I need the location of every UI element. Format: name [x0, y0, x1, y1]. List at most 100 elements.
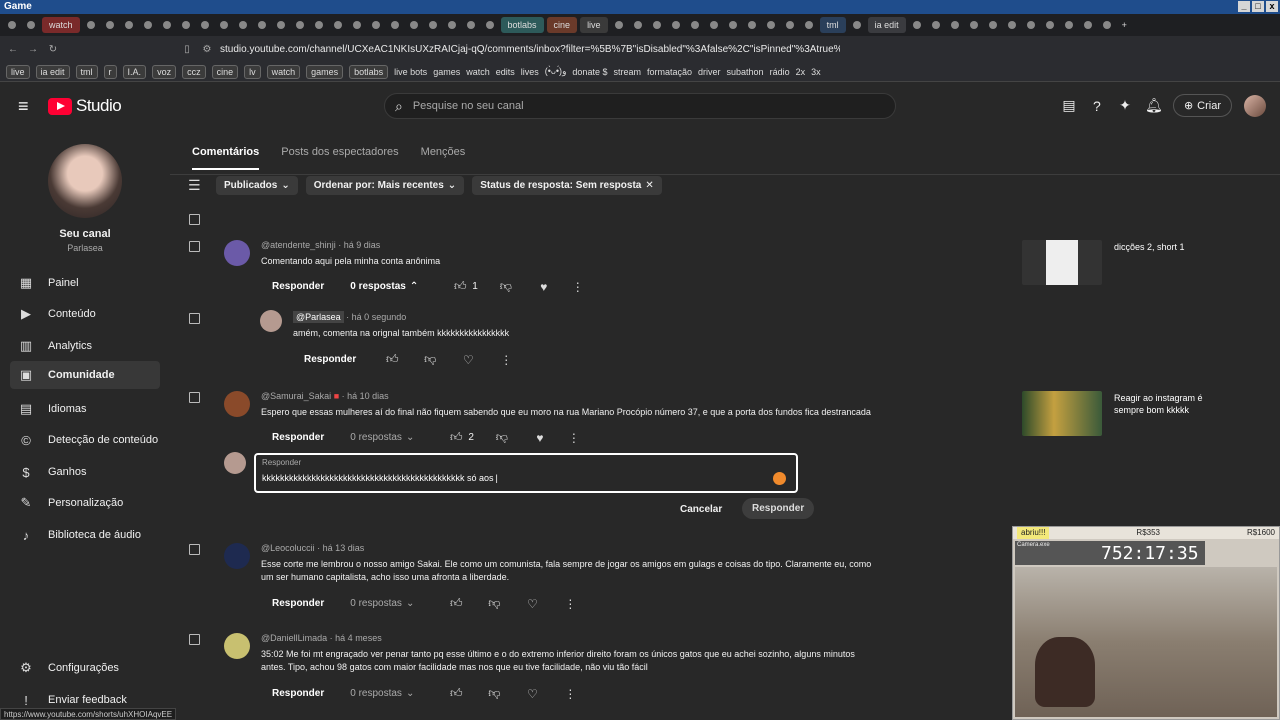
tab-icon[interactable] [292, 17, 308, 33]
nav-item-customization[interactable]: ✎ Personalização [10, 489, 160, 517]
create-button[interactable]: ⊕ Criar [1172, 94, 1232, 117]
bookmark-item[interactable]: lives [521, 67, 539, 77]
avatar[interactable] [260, 310, 282, 332]
like-icon[interactable]: 👍︎ [384, 352, 400, 367]
heart-icon[interactable]: ♥ [536, 280, 552, 294]
tab-icon[interactable] [1042, 17, 1058, 33]
tab-icon[interactable] [140, 17, 156, 33]
subtitles-icon[interactable]: ▤ [1061, 97, 1077, 114]
heart-icon[interactable]: ♡ [524, 597, 540, 611]
tab-icon[interactable] [330, 17, 346, 33]
comment-checkbox[interactable] [189, 634, 200, 645]
channel-search[interactable]: ⌕ Pesquise no seu canal [384, 93, 896, 119]
tab-icon[interactable] [687, 17, 703, 33]
filter-sort-chip[interactable]: Ordenar por: Mais recentes ⌄ [305, 175, 465, 195]
bookmark-chip[interactable]: cine [211, 64, 239, 79]
bookmark-chip[interactable]: r [103, 64, 117, 79]
bookmark-item[interactable]: driver [698, 67, 721, 77]
more-options-icon[interactable]: ⋮ [562, 687, 578, 701]
avatar[interactable] [224, 633, 250, 659]
tab-icon[interactable] [947, 17, 963, 33]
like-icon[interactable]: 👍︎ [448, 596, 464, 611]
video-title[interactable]: Reagir ao instagram é sempre bom kkkkk [1114, 392, 1234, 416]
bookmark-item[interactable]: 3x [811, 67, 821, 77]
tab-icon[interactable] [909, 17, 925, 33]
tab-icon[interactable] [668, 17, 684, 33]
like-icon[interactable]: 👍︎ [452, 279, 468, 294]
comment-checkbox[interactable] [189, 392, 200, 403]
filter-icon[interactable]: ☰ [188, 177, 208, 194]
tab-tml[interactable]: tml [819, 17, 846, 33]
filter-status-chip[interactable]: Status de resposta: Sem resposta ✕ [472, 175, 662, 195]
nav-item-analytics[interactable]: ▥ Analytics [10, 332, 160, 360]
dislike-icon[interactable]: 👎︎ [486, 596, 502, 611]
tab-icon[interactable] [1061, 17, 1077, 33]
tab-mentions[interactable]: Menções [421, 146, 466, 170]
new-tab-button[interactable]: + [1118, 17, 1132, 33]
tab-live[interactable]: live [580, 17, 608, 33]
bookmark-chip[interactable]: lv [244, 64, 261, 79]
owner-badge[interactable]: @Parlasea [293, 311, 344, 323]
comment-checkbox[interactable] [189, 544, 200, 555]
replies-toggle[interactable]: 0 respostas ⌄ [350, 688, 414, 699]
nav-item-settings[interactable]: ⚙ Configurações [10, 654, 160, 682]
avatar[interactable] [224, 391, 250, 417]
dislike-icon[interactable]: 👎︎ [486, 686, 502, 701]
reply-button[interactable]: Responder [270, 684, 326, 703]
tab-icon[interactable] [630, 17, 646, 33]
bookmark-chip[interactable]: ia edit [35, 64, 70, 79]
hamburger-menu-icon[interactable]: ≡ [18, 96, 38, 117]
comment-author[interactable]: @Samurai_Sakai [261, 391, 331, 401]
reply-input-box[interactable]: Responder kkkkkkkkkkkkkkkkkkkkkkkkkkkkkk… [254, 453, 798, 493]
tab-icon[interactable] [4, 17, 20, 33]
tab-cine[interactable]: cine [546, 17, 578, 33]
tab-icon[interactable] [23, 17, 39, 33]
bookmark-item[interactable]: edits [496, 67, 515, 77]
select-all-checkbox[interactable] [189, 214, 200, 225]
bookmark-chip[interactable]: voz [152, 64, 177, 79]
tab-icon[interactable] [1023, 17, 1039, 33]
nav-item-content[interactable]: ▶ Conteúdo [10, 300, 160, 328]
bookmark-item[interactable]: watch [466, 67, 490, 77]
bookmark-item[interactable]: subathon [727, 67, 764, 77]
reply-button[interactable]: Responder [270, 277, 326, 296]
comment-checkbox[interactable] [189, 313, 200, 324]
tab-icon[interactable] [463, 17, 479, 33]
emoji-icon[interactable] [773, 472, 786, 485]
tab-icon[interactable] [725, 17, 741, 33]
tab-icon[interactable] [611, 17, 627, 33]
replies-toggle[interactable]: 0 respostas ⌄ [350, 598, 414, 609]
tab-watch[interactable]: watch [42, 17, 80, 33]
tab-icon[interactable] [425, 17, 441, 33]
heart-icon[interactable]: ♡ [460, 353, 476, 367]
bookmark-item[interactable]: donate $ [572, 67, 607, 77]
tab-icon[interactable] [178, 17, 194, 33]
bookmark-chip[interactable]: games [306, 64, 344, 79]
maximize-button[interactable]: □ [1252, 1, 1264, 12]
tab-icon[interactable] [1080, 17, 1096, 33]
forward-icon[interactable]: → [26, 44, 40, 55]
replies-toggle[interactable]: 0 respostas ⌄ [350, 432, 414, 443]
tab-icon[interactable] [706, 17, 722, 33]
submit-reply-button[interactable]: Responder [742, 498, 815, 519]
bookmark-icon[interactable]: ▯ [180, 44, 194, 55]
bookmark-chip[interactable]: botlabs [349, 64, 389, 79]
url-field[interactable]: studio.youtube.com/channel/UCXeAC1NKIsUX… [220, 44, 840, 55]
tab-icon[interactable] [849, 17, 865, 33]
close-icon[interactable]: ✕ [645, 180, 653, 191]
dislike-icon[interactable]: 👎︎ [422, 352, 438, 367]
bookmark-item[interactable]: live bots [394, 67, 427, 77]
tab-icon[interactable] [482, 17, 498, 33]
heart-icon[interactable]: ♥ [532, 431, 548, 445]
bookmark-item[interactable]: games [433, 67, 460, 77]
nav-item-earn[interactable]: $ Ganhos [10, 458, 160, 486]
tab-icon[interactable] [406, 17, 422, 33]
tab-icon[interactable] [782, 17, 798, 33]
video-title[interactable]: dicções 2, short 1 [1114, 241, 1234, 253]
tab-icon[interactable] [197, 17, 213, 33]
tab-icon[interactable] [966, 17, 982, 33]
notifications-icon[interactable]: 🔔︎ [1145, 97, 1163, 114]
bookmark-item[interactable]: 2x [796, 67, 806, 77]
minimize-button[interactable]: _ [1238, 1, 1250, 12]
tab-botlabs[interactable]: botlabs [500, 17, 544, 33]
